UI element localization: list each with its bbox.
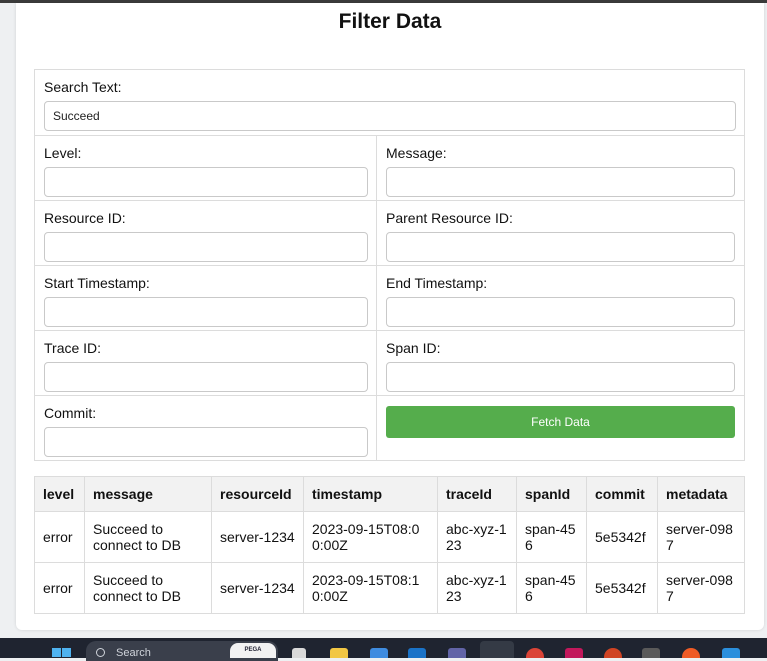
store-icon[interactable] bbox=[370, 648, 388, 658]
file-icon[interactable] bbox=[292, 648, 306, 658]
folder-icon[interactable] bbox=[330, 648, 348, 658]
message-input[interactable] bbox=[386, 167, 735, 197]
taskbar: Search PEGA bbox=[0, 638, 767, 661]
search-badge: PEGA bbox=[230, 643, 276, 658]
search-text-input[interactable] bbox=[44, 101, 736, 131]
header-span-id: spanId bbox=[516, 476, 587, 512]
commit-label: Commit: bbox=[44, 405, 97, 421]
filter-form: Search Text: Level: Message: Resource ID… bbox=[34, 69, 745, 461]
cell-trace-id: abc-xyz-123 bbox=[437, 562, 517, 614]
teams-icon[interactable] bbox=[448, 648, 466, 658]
span-id-input[interactable] bbox=[386, 362, 735, 392]
results-table: level message resourceId timestamp trace… bbox=[34, 476, 745, 614]
start-timestamp-input[interactable] bbox=[44, 297, 368, 327]
trace-id-label: Trace ID: bbox=[44, 340, 102, 356]
table-row: error Succeed to connect to DB server-12… bbox=[34, 562, 745, 614]
level-input[interactable] bbox=[44, 167, 368, 197]
header-timestamp: timestamp bbox=[303, 476, 438, 512]
end-timestamp-label: End Timestamp: bbox=[386, 275, 488, 291]
header-resource-id: resourceId bbox=[211, 476, 304, 512]
table-row: error Succeed to connect to DB server-12… bbox=[34, 511, 745, 563]
taskbar-search-placeholder: Search bbox=[116, 647, 151, 659]
header-metadata: metadata bbox=[657, 476, 745, 512]
windows-start-icon[interactable] bbox=[52, 648, 72, 658]
header-trace-id: traceId bbox=[437, 476, 517, 512]
cell-commit: 5e5342f bbox=[586, 511, 658, 563]
resource-id-label: Resource ID: bbox=[44, 210, 126, 226]
form-row-timestamps: Start Timestamp: End Timestamp: bbox=[35, 265, 744, 330]
resource-id-cell: Resource ID: bbox=[35, 201, 377, 265]
outlook-icon[interactable] bbox=[408, 648, 426, 658]
cell-timestamp: 2023-09-15T08:00:00Z bbox=[303, 511, 438, 563]
vscode-icon[interactable] bbox=[722, 648, 740, 658]
table-header-row: level message resourceId timestamp trace… bbox=[34, 476, 745, 512]
cell-span-id: span-456 bbox=[516, 562, 587, 614]
cell-resource-id: server-1234 bbox=[211, 511, 304, 563]
trace-id-input[interactable] bbox=[44, 362, 368, 392]
commit-cell: Commit: bbox=[35, 396, 377, 460]
edge-icon[interactable] bbox=[480, 641, 514, 658]
cell-trace-id: abc-xyz-123 bbox=[437, 511, 517, 563]
cell-timestamp: 2023-09-15T08:10:00Z bbox=[303, 562, 438, 614]
postman-icon[interactable] bbox=[682, 648, 700, 658]
cell-metadata: server-0987 bbox=[657, 511, 745, 563]
header-commit: commit bbox=[586, 476, 658, 512]
message-cell: Message: bbox=[377, 136, 744, 200]
header-message: message bbox=[84, 476, 212, 512]
form-row-commit: Commit: Fetch Data bbox=[35, 395, 744, 460]
intellij-icon[interactable] bbox=[565, 648, 583, 658]
form-row-search: Search Text: bbox=[35, 70, 744, 135]
start-timestamp-cell: Start Timestamp: bbox=[35, 266, 377, 330]
span-id-cell: Span ID: bbox=[377, 331, 744, 395]
search-text-label: Search Text: bbox=[44, 79, 122, 95]
header-level: level bbox=[34, 476, 85, 512]
cell-resource-id: server-1234 bbox=[211, 562, 304, 614]
level-label: Level: bbox=[44, 145, 82, 161]
form-row-level-message: Level: Message: bbox=[35, 135, 744, 200]
end-timestamp-cell: End Timestamp: bbox=[377, 266, 744, 330]
search-text-cell: Search Text: bbox=[35, 70, 744, 135]
parent-resource-id-cell: Parent Resource ID: bbox=[377, 201, 744, 265]
cell-level: error bbox=[34, 511, 85, 563]
cell-commit: 5e5342f bbox=[586, 562, 658, 614]
start-timestamp-label: Start Timestamp: bbox=[44, 275, 150, 291]
search-icon bbox=[96, 648, 105, 657]
span-id-label: Span ID: bbox=[386, 340, 441, 356]
parent-resource-id-input[interactable] bbox=[386, 232, 735, 262]
message-label: Message: bbox=[386, 145, 447, 161]
resource-id-input[interactable] bbox=[44, 232, 368, 262]
cell-span-id: span-456 bbox=[516, 511, 587, 563]
cell-level: error bbox=[34, 562, 85, 614]
powerpoint-icon[interactable] bbox=[604, 648, 622, 658]
terminal-icon[interactable] bbox=[642, 648, 660, 658]
page-title: Filter Data bbox=[338, 10, 442, 33]
end-timestamp-input[interactable] bbox=[386, 297, 735, 327]
cell-message: Succeed to connect to DB bbox=[84, 511, 212, 563]
chrome-icon[interactable] bbox=[526, 648, 544, 658]
parent-resource-id-label: Parent Resource ID: bbox=[386, 210, 513, 226]
filter-card: Filter Data Search Text: Level: Message:… bbox=[16, 3, 764, 630]
form-row-resource: Resource ID: Parent Resource ID: bbox=[35, 200, 744, 265]
level-cell: Level: bbox=[35, 136, 377, 200]
form-row-ids: Trace ID: Span ID: bbox=[35, 330, 744, 395]
cell-message: Succeed to connect to DB bbox=[84, 562, 212, 614]
commit-input[interactable] bbox=[44, 427, 368, 457]
trace-id-cell: Trace ID: bbox=[35, 331, 377, 395]
fetch-data-button[interactable]: Fetch Data bbox=[386, 406, 735, 438]
cell-metadata: server-0987 bbox=[657, 562, 745, 614]
fetch-cell: Fetch Data bbox=[377, 396, 744, 460]
